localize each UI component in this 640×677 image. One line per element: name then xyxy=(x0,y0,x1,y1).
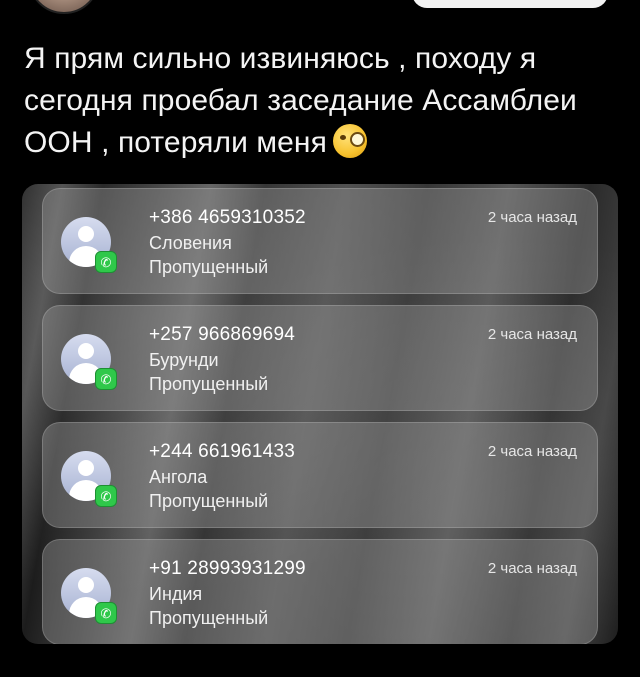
header-action-button[interactable] xyxy=(412,0,608,8)
post-body: Я прям сильно извиняюсь , походу я сегод… xyxy=(24,42,577,159)
missed-call-notification[interactable]: ✆ +244 661961433 Ангола Пропущенный 2 ча… xyxy=(42,422,598,528)
author-avatar[interactable] xyxy=(28,0,100,14)
caller-country: Ангола xyxy=(149,467,208,487)
call-status: Пропущенный xyxy=(149,491,269,511)
caller-number: +244 661961433 xyxy=(149,441,295,462)
caller-country: Словения xyxy=(149,233,232,253)
phone-icon: ✆ xyxy=(95,485,117,507)
face-with-monocle-icon xyxy=(332,124,367,158)
call-time: 2 часа назад xyxy=(487,209,577,226)
missed-call-notification[interactable]: ✆ +386 4659310352 Словения Пропущенный 2… xyxy=(42,188,598,294)
call-time: 2 часа назад xyxy=(487,443,577,460)
caller-country: Индия xyxy=(149,584,203,604)
caller-number: +257 966869694 xyxy=(149,324,295,345)
attached-screenshot[interactable]: ✆ +386 4659310352 Словения Пропущенный 2… xyxy=(22,184,618,644)
caller-number: +386 4659310352 xyxy=(149,207,306,228)
call-time: 2 часа назад xyxy=(487,326,577,343)
post-header xyxy=(0,0,640,30)
call-status: Пропущенный xyxy=(149,257,269,277)
post-text: Я прям сильно извиняюсь , походу я сегод… xyxy=(24,38,614,164)
phone-icon: ✆ xyxy=(95,251,117,273)
missed-call-notification[interactable]: ✆ +257 966869694 Бурунди Пропущенный 2 ч… xyxy=(42,305,598,411)
call-status: Пропущенный xyxy=(149,608,269,628)
phone-icon: ✆ xyxy=(95,368,117,390)
caller-country: Бурунди xyxy=(149,350,219,370)
missed-call-notification[interactable]: ✆ +91 28993931299 Индия Пропущенный 2 ча… xyxy=(42,539,598,644)
call-time: 2 часа назад xyxy=(487,560,577,577)
phone-icon: ✆ xyxy=(95,602,117,624)
call-status: Пропущенный xyxy=(149,374,269,394)
caller-number: +91 28993931299 xyxy=(149,558,306,579)
